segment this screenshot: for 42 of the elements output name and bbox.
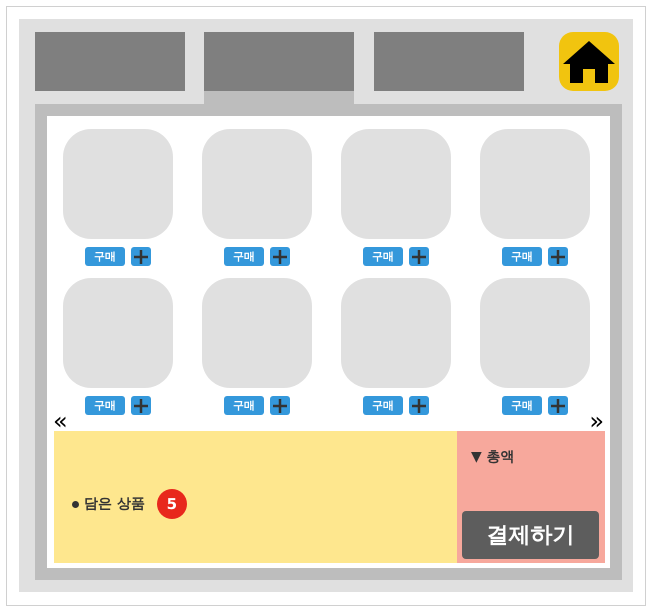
buy-button[interactable]: 구매 [85,247,125,266]
buy-button[interactable]: 구매 [502,396,542,415]
buy-button[interactable]: 구매 [224,396,264,415]
add-button[interactable] [409,247,429,266]
home-icon [563,40,615,82]
add-button[interactable] [131,247,151,266]
add-button[interactable] [409,396,429,415]
plus-icon [551,398,565,412]
checkout-button[interactable]: 결제하기 [462,511,599,559]
add-button[interactable] [548,247,568,266]
plus-icon [273,398,287,412]
cart-count-badge: 5 [156,489,187,519]
buy-button[interactable]: 구매 [224,247,264,266]
product-image[interactable] [202,129,312,239]
home-button[interactable] [559,32,619,91]
tab[interactable] [204,32,354,104]
product-image[interactable] [480,278,590,388]
cart-label: 담은 상품 [84,494,145,514]
product-image[interactable] [202,278,312,388]
product-image[interactable] [341,278,451,388]
plus-icon [273,250,287,264]
product-image[interactable] [480,129,590,239]
buy-button[interactable]: 구매 [363,396,403,415]
add-button[interactable] [270,396,290,415]
plus-icon [134,250,148,264]
next-button[interactable]: » [589,411,604,431]
product-image[interactable] [63,278,173,388]
plus-icon [551,250,565,264]
previous-button[interactable]: « [53,411,68,431]
buy-button[interactable]: 구매 [85,396,125,415]
bullet-icon [72,500,79,508]
product-image[interactable] [341,129,451,239]
add-button[interactable] [131,396,151,415]
total-label: ▼ 총액 [471,448,516,467]
plus-icon [134,398,148,412]
product-image[interactable] [63,129,173,239]
plus-icon [412,398,426,412]
add-button[interactable] [548,396,568,415]
plus-icon [412,250,426,264]
add-button[interactable] [270,247,290,266]
buy-button[interactable]: 구매 [363,247,403,266]
buy-button[interactable]: 구매 [502,247,542,266]
